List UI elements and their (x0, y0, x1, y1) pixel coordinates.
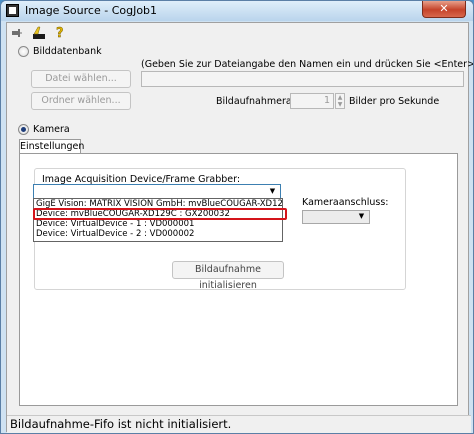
live-display-icon[interactable] (32, 26, 46, 40)
close-button[interactable]: ✕ (422, 1, 466, 18)
client-area: ? Bilddatenbank (Geben Sie zur Dateianga… (6, 22, 473, 433)
settings-panel: Image Acquisition Device/Frame Grabber: … (19, 153, 458, 406)
svg-text:?: ? (56, 26, 64, 40)
title-bar: Image Source - CogJob1 ✕ (1, 1, 473, 21)
help-icon[interactable]: ? (54, 26, 66, 40)
filename-hint: (Geben Sie zur Dateiangabe den Namen ein… (141, 59, 474, 70)
tab-settings[interactable]: Einstellungen (19, 139, 84, 154)
list-item[interactable]: Device: VirtualDevice - 2 : VD000002 (34, 229, 282, 239)
list-item[interactable]: Device: VirtualDevice - 1 : VD000001 (34, 219, 282, 229)
selection-highlight (33, 208, 287, 220)
chevron-down-icon[interactable]: ▼ (266, 186, 279, 197)
device-combobox[interactable]: ▼ (33, 184, 281, 199)
chevron-down-icon[interactable]: ▼ (355, 211, 368, 222)
status-bar: Bildaufnahme-Fifo ist nicht initialisier… (7, 415, 471, 433)
camera-label: Kamera (33, 124, 70, 135)
rate-input[interactable]: 1 (290, 93, 334, 109)
filename-input[interactable] (141, 71, 464, 87)
choose-folder-button[interactable]: Ordner wählen... (31, 92, 131, 110)
app-icon (6, 4, 19, 17)
connection-label: Kameraanschluss: (302, 197, 389, 208)
init-acquisition-button[interactable]: Bildaufnahme initialisieren (172, 261, 284, 291)
rate-spinner[interactable]: ▲ ▼ (335, 93, 345, 109)
connection-combobox[interactable]: ▼ (302, 210, 370, 224)
device-dropdown-list: GigE Vision: MATRIX VISION GmbH: mvBlueC… (33, 198, 283, 242)
pin-icon[interactable] (12, 28, 22, 38)
database-label: Bilddatenbank (33, 46, 102, 57)
camera-radio[interactable] (18, 124, 29, 135)
rate-unit: Bilder pro Sekunde (349, 96, 440, 107)
image-source-window: Image Source - CogJob1 ✕ ? Bilddatenbank… (0, 0, 474, 434)
window-title: Image Source - CogJob1 (25, 4, 158, 17)
choose-file-button[interactable]: Datei wählen... (31, 70, 131, 88)
database-radio[interactable] (18, 46, 29, 57)
